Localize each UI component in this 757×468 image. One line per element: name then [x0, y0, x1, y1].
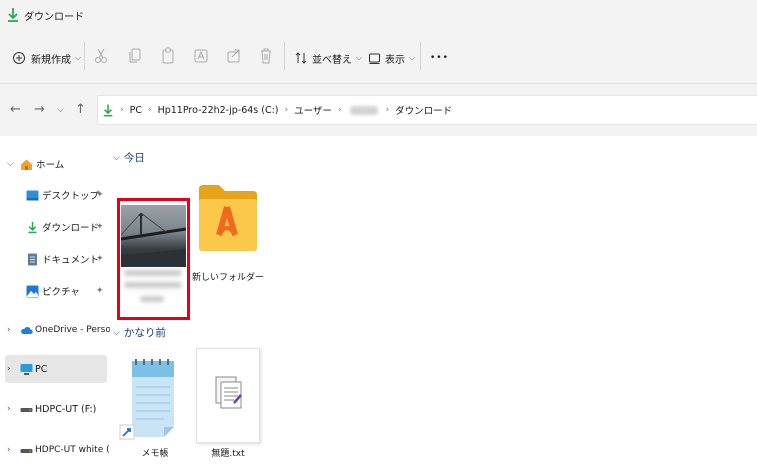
group-header-label: かなり前: [123, 327, 166, 339]
sidebar-item-label: ダウンロード: [42, 223, 100, 234]
sidebar-item-label: HDPC-UT (F:): [35, 403, 97, 415]
paste-icon[interactable]: [160, 47, 176, 65]
breadcrumb-separator-icon: ›: [385, 105, 390, 115]
sidebar-item-downloads[interactable]: ダウンロード ✦: [0, 213, 110, 241]
sidebar-item-label: ホーム: [36, 160, 65, 171]
rename-icon[interactable]: [193, 47, 209, 65]
copy-icon[interactable]: [127, 47, 143, 65]
breadcrumb-drive[interactable]: Hp11Pro-22h2-jp-64s (C:): [158, 105, 279, 116]
view-button[interactable]: 表示 ⌵: [368, 43, 415, 73]
breadcrumb-username-redacted[interactable]: [349, 105, 378, 115]
address-bar[interactable]: › PC › Hp11Pro-22h2-jp-64s (C:) › ユーザー ›…: [97, 95, 757, 125]
sidebar-item-desktop[interactable]: デスクトップ ✦: [0, 181, 110, 209]
breadcrumb-users[interactable]: ユーザー: [294, 103, 332, 117]
file-explorer-window: ダウンロード 新規作成 ⌵ 並べ替え ⌵ 表示 ⌵ ••• ← → ⌵ ↑ › …: [0, 0, 757, 468]
navigation-pane: ⌵ ホーム デスクトップ ✦ ダウンロード ✦ ドキュメント ✦ ピクチャ ✦ …: [0, 137, 125, 468]
pictures-icon: [26, 285, 39, 297]
breadcrumb-separator-icon: ›: [284, 105, 289, 115]
sort-button[interactable]: 並べ替え ⌵: [294, 43, 362, 73]
pin-icon: ✦: [96, 222, 104, 232]
chevron-down-icon: ⌵: [75, 53, 82, 62]
collapse-chevron-icon: ⌵: [113, 327, 120, 338]
forward-arrow-icon[interactable]: →: [34, 103, 45, 117]
sidebar-item-drive-k[interactable]: › HDPC-UT white (K:): [0, 436, 122, 464]
pin-icon: ✦: [96, 286, 104, 296]
download-icon: [8, 8, 18, 22]
sidebar-item-onedrive[interactable]: › OneDrive - Personal: [0, 316, 125, 344]
expand-chevron-icon[interactable]: ⌵: [7, 159, 14, 169]
new-button[interactable]: 新規作成 ⌵: [12, 43, 81, 73]
sort-icon: [295, 52, 307, 64]
breadcrumb-downloads[interactable]: ダウンロード: [395, 103, 452, 117]
expand-chevron-icon[interactable]: ›: [7, 325, 11, 335]
toolbar-divider: [84, 42, 85, 70]
document-icon: [28, 253, 37, 265]
pin-icon: ✦: [96, 190, 104, 200]
sidebar-item-home[interactable]: ⌵ ホーム: [0, 150, 110, 178]
notepad-icon: [119, 359, 174, 440]
sidebar-item-label: PC: [35, 363, 48, 375]
view-button-label: 表示: [385, 54, 405, 66]
cloud-icon: [21, 326, 33, 334]
expand-chevron-icon[interactable]: ›: [7, 404, 11, 414]
chevron-down-icon: ⌵: [356, 53, 363, 62]
view-icon: [369, 53, 380, 64]
breadcrumb-pc[interactable]: PC: [130, 105, 142, 116]
sidebar-item-pictures[interactable]: ピクチャ ✦: [0, 277, 110, 305]
expand-chevron-icon[interactable]: ›: [7, 445, 11, 455]
folder-name: 新しいフォルダー: [191, 273, 264, 283]
up-arrow-icon[interactable]: ↑: [75, 103, 86, 117]
breadcrumb-separator-icon: ›: [120, 105, 124, 115]
pin-icon: ✦: [96, 254, 104, 264]
sidebar-item-pc[interactable]: › PC: [5, 355, 107, 383]
breadcrumb-separator-icon: ›: [337, 105, 342, 115]
pc-icon: [20, 363, 33, 375]
title-bar: ダウンロード: [0, 0, 757, 30]
group-header-today[interactable]: ⌵ 今日: [113, 150, 145, 165]
expand-chevron-icon[interactable]: ›: [7, 364, 11, 374]
group-header-long-ago[interactable]: ⌵ かなり前: [113, 325, 166, 340]
sidebar-item-drive-f[interactable]: › HDPC-UT (F:): [0, 395, 110, 423]
text-document-icon: [215, 376, 242, 409]
new-button-label: 新規作成: [31, 54, 71, 66]
text-file-thumbnail: [196, 348, 260, 443]
more-options-button[interactable]: •••: [430, 43, 449, 73]
share-icon[interactable]: [226, 47, 242, 65]
breadcrumb-separator-icon: ›: [147, 105, 152, 115]
home-icon: [21, 159, 32, 170]
image-thumbnail[interactable]: [121, 205, 186, 267]
sidebar-item-label: ピクチャ: [42, 287, 80, 298]
collapse-chevron-icon: ⌵: [113, 152, 120, 163]
download-icon: [28, 221, 37, 233]
plus-circle-icon: [13, 52, 25, 64]
folder-icon: [199, 185, 257, 251]
window-title: ダウンロード: [24, 11, 84, 23]
drive-icon: [20, 448, 33, 453]
back-arrow-icon[interactable]: ←: [10, 103, 21, 117]
chevron-down-icon: ⌵: [409, 53, 416, 62]
bridge-photo-icon: [121, 212, 186, 267]
delete-icon[interactable]: [258, 47, 274, 65]
sidebar-item-label: ドキュメント: [42, 255, 100, 266]
drive-icon: [20, 407, 33, 412]
sidebar-item-label: HDPC-UT white (K:): [35, 445, 123, 455]
recent-locations-chevron-icon[interactable]: ⌵: [57, 103, 64, 117]
group-header-label: 今日: [123, 152, 145, 164]
desktop-icon: [26, 190, 39, 200]
sort-button-label: 並べ替え: [312, 54, 352, 66]
sidebar-item-documents[interactable]: ドキュメント ✦: [0, 245, 110, 273]
download-icon: [103, 104, 113, 116]
sidebar-item-label: デスクトップ: [42, 191, 100, 202]
text-file-name: 無題.txt: [211, 449, 245, 459]
toolbar-divider: [420, 42, 421, 70]
toolbar-divider: [284, 42, 285, 70]
cut-icon[interactable]: [93, 47, 109, 65]
